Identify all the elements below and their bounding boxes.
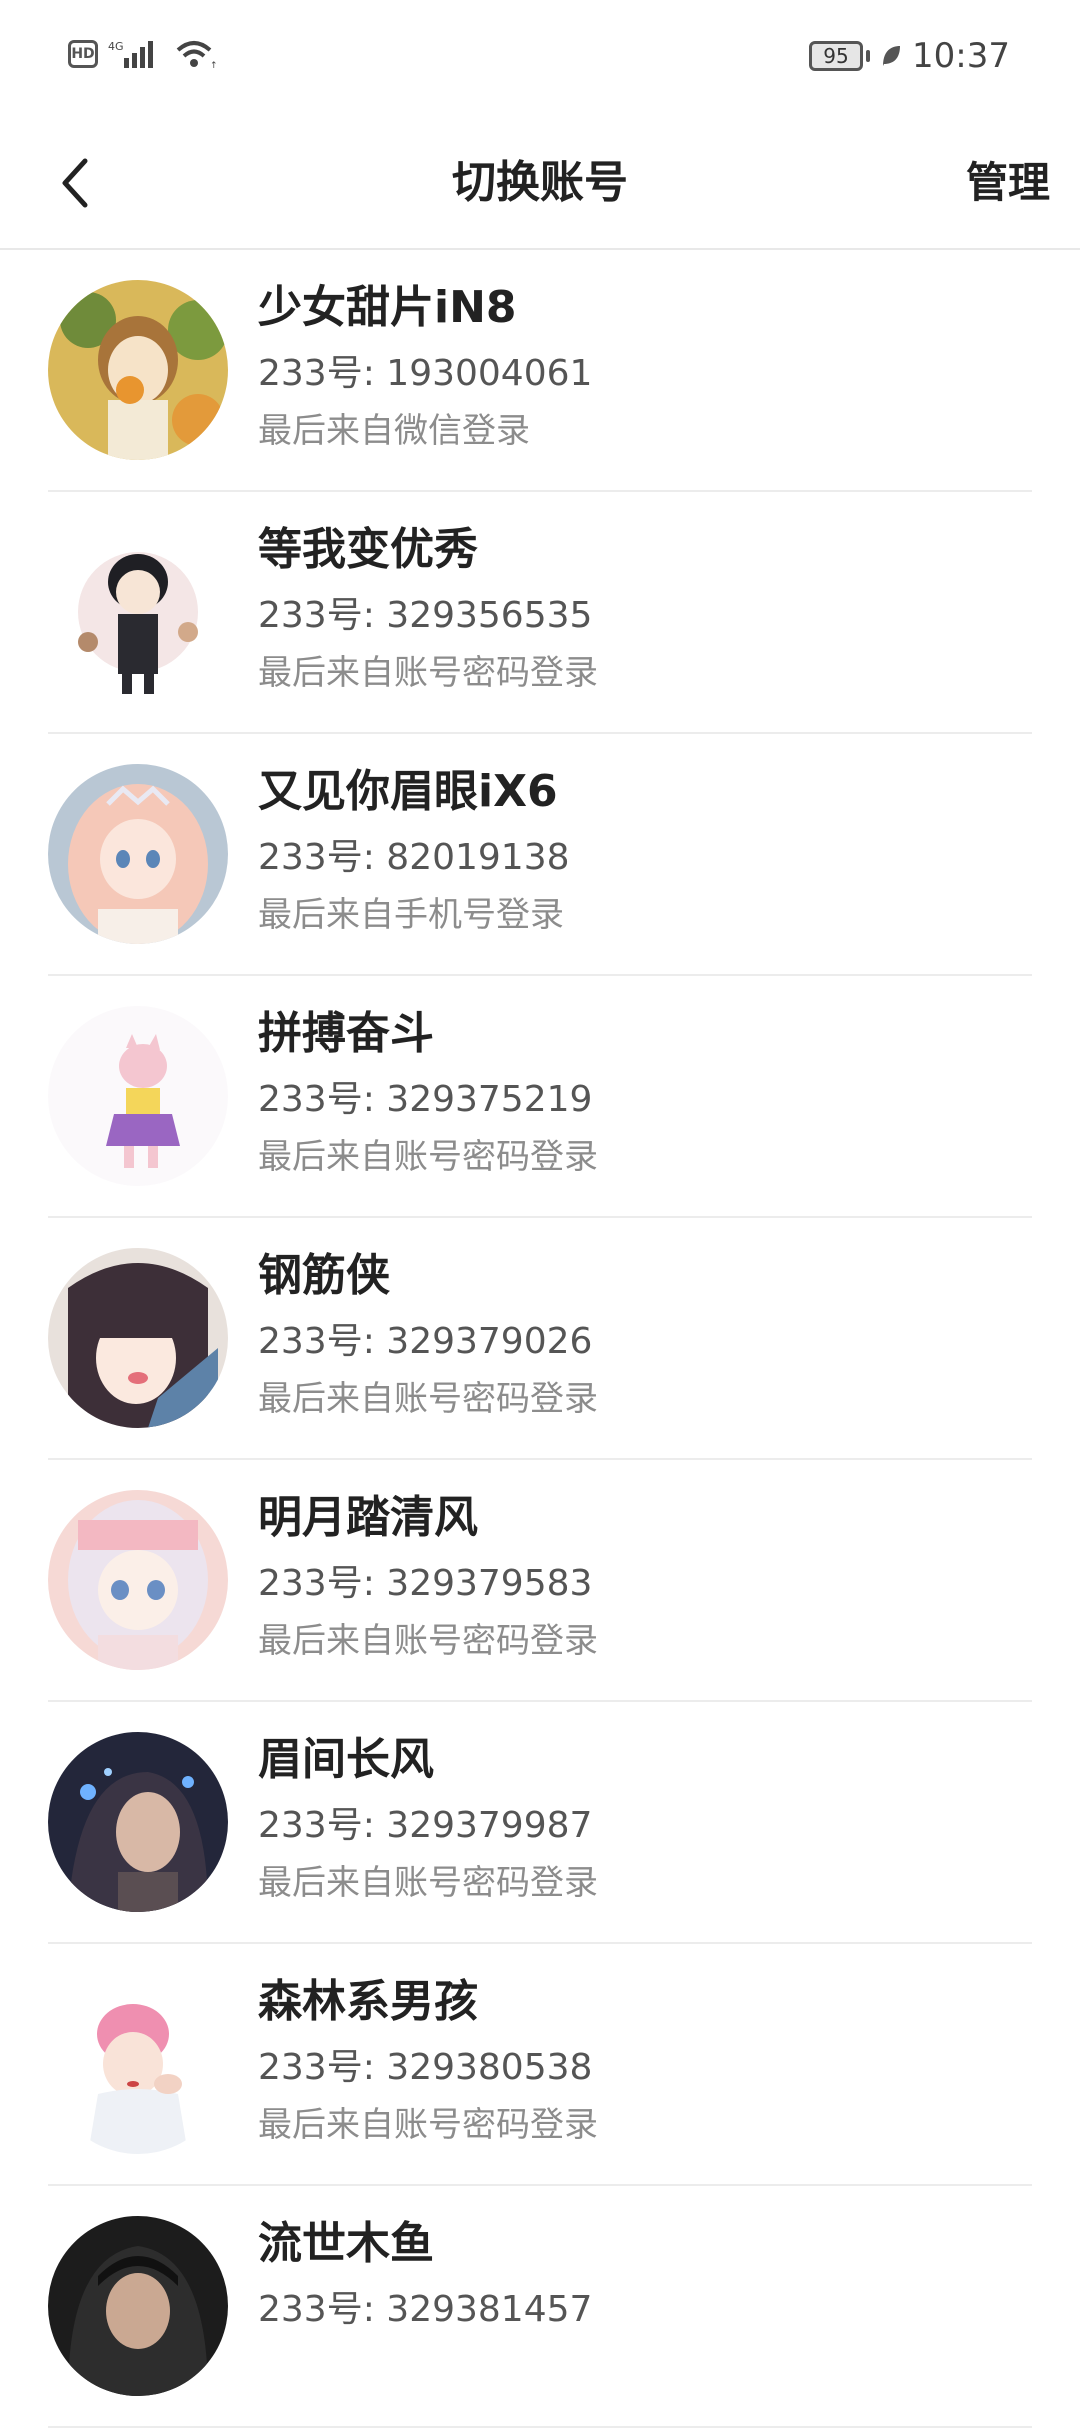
hd-icon: HD — [68, 40, 98, 68]
page-title: 切换账号 — [452, 157, 628, 208]
account-row[interactable]: 钢筋侠 233号: 329379026 最后来自账号密码登录 — [0, 1218, 1080, 1460]
account-id: 233号: 329356535 — [258, 595, 593, 636]
signal-icon: 4G — [108, 40, 153, 68]
avatar — [48, 522, 228, 702]
account-name: 眉间长风 — [258, 1734, 434, 1785]
avatar — [48, 1006, 228, 1186]
account-row[interactable]: 等我变优秀 233号: 329356535 最后来自账号密码登录 — [0, 492, 1080, 734]
account-row[interactable]: 又见你眉眼iX6 233号: 82019138 最后来自手机号登录 — [0, 734, 1080, 976]
account-row[interactable]: 眉间长风 233号: 329379987 最后来自账号密码登录 — [0, 1702, 1080, 1944]
status-bar: HD 4G ↑↓ 95 10:37 — [0, 0, 1080, 120]
account-id: 233号: 329379026 — [258, 1321, 593, 1362]
account-name: 又见你眉眼iX6 — [258, 766, 558, 817]
account-id: 233号: 193004061 — [258, 353, 593, 394]
svg-text:4G: 4G — [108, 40, 124, 53]
avatar — [48, 1732, 228, 1912]
avatar — [48, 1248, 228, 1428]
login-method: 最后来自账号密码登录 — [258, 653, 598, 693]
manage-button[interactable]: 管理 — [966, 148, 1050, 218]
login-method: 最后来自账号密码登录 — [258, 1137, 598, 1177]
account-name: 流世木鱼 — [258, 2218, 434, 2269]
wifi-icon: ↑↓ — [176, 41, 218, 70]
avatar — [48, 1490, 228, 1670]
account-name: 等我变优秀 — [258, 524, 478, 575]
login-method: 最后来自账号密码登录 — [258, 1863, 598, 1903]
login-method: 最后来自账号密码登录 — [258, 1621, 598, 1661]
login-method: 最后来自账号密码登录 — [258, 1379, 598, 1419]
account-name: 明月踏清风 — [258, 1492, 478, 1543]
svg-text:↑↓: ↑↓ — [210, 61, 218, 70]
login-method: 最后来自账号密码登录 — [258, 2105, 598, 2145]
battery-icon: 95 — [809, 41, 871, 71]
account-id: 233号: 329381457 — [258, 2289, 593, 2330]
account-row[interactable]: 流世木鱼 233号: 329381457 — [0, 2186, 1080, 2428]
status-left: HD 4G ↑↓ — [68, 38, 218, 70]
battery-level: 95 — [809, 41, 864, 71]
account-name: 少女甜片iN8 — [258, 282, 517, 333]
account-row[interactable]: 少女甜片iN8 233号: 193004061 最后来自微信登录 — [0, 250, 1080, 492]
avatar — [48, 1974, 228, 2154]
avatar — [48, 2216, 228, 2396]
clock-time: 10:37 — [912, 36, 1010, 76]
account-id: 233号: 329379583 — [258, 1563, 593, 1604]
avatar — [48, 280, 228, 460]
account-id: 233号: 329380538 — [258, 2047, 593, 2088]
account-id: 233号: 329375219 — [258, 1079, 593, 1120]
account-name: 拼搏奋斗 — [258, 1008, 434, 1059]
account-id: 233号: 82019138 — [258, 837, 570, 878]
account-name: 森林系男孩 — [258, 1976, 478, 2027]
leaf-icon — [883, 46, 901, 66]
account-name: 钢筋侠 — [258, 1250, 390, 1301]
account-id: 233号: 329379987 — [258, 1805, 593, 1846]
avatar — [48, 764, 228, 944]
login-method: 最后来自微信登录 — [258, 411, 530, 451]
account-row[interactable]: 森林系男孩 233号: 329380538 最后来自账号密码登录 — [0, 1944, 1080, 2186]
status-right: 95 10:37 — [809, 36, 1010, 76]
account-row[interactable]: 明月踏清风 233号: 329379583 最后来自账号密码登录 — [0, 1460, 1080, 1702]
account-list: 少女甜片iN8 233号: 193004061 最后来自微信登录 等我变优秀 2… — [0, 250, 1080, 2428]
app-header: 切换账号 管理 — [0, 120, 1080, 250]
account-row[interactable]: 拼搏奋斗 233号: 329375219 最后来自账号密码登录 — [0, 976, 1080, 1218]
login-method: 最后来自手机号登录 — [258, 895, 564, 935]
